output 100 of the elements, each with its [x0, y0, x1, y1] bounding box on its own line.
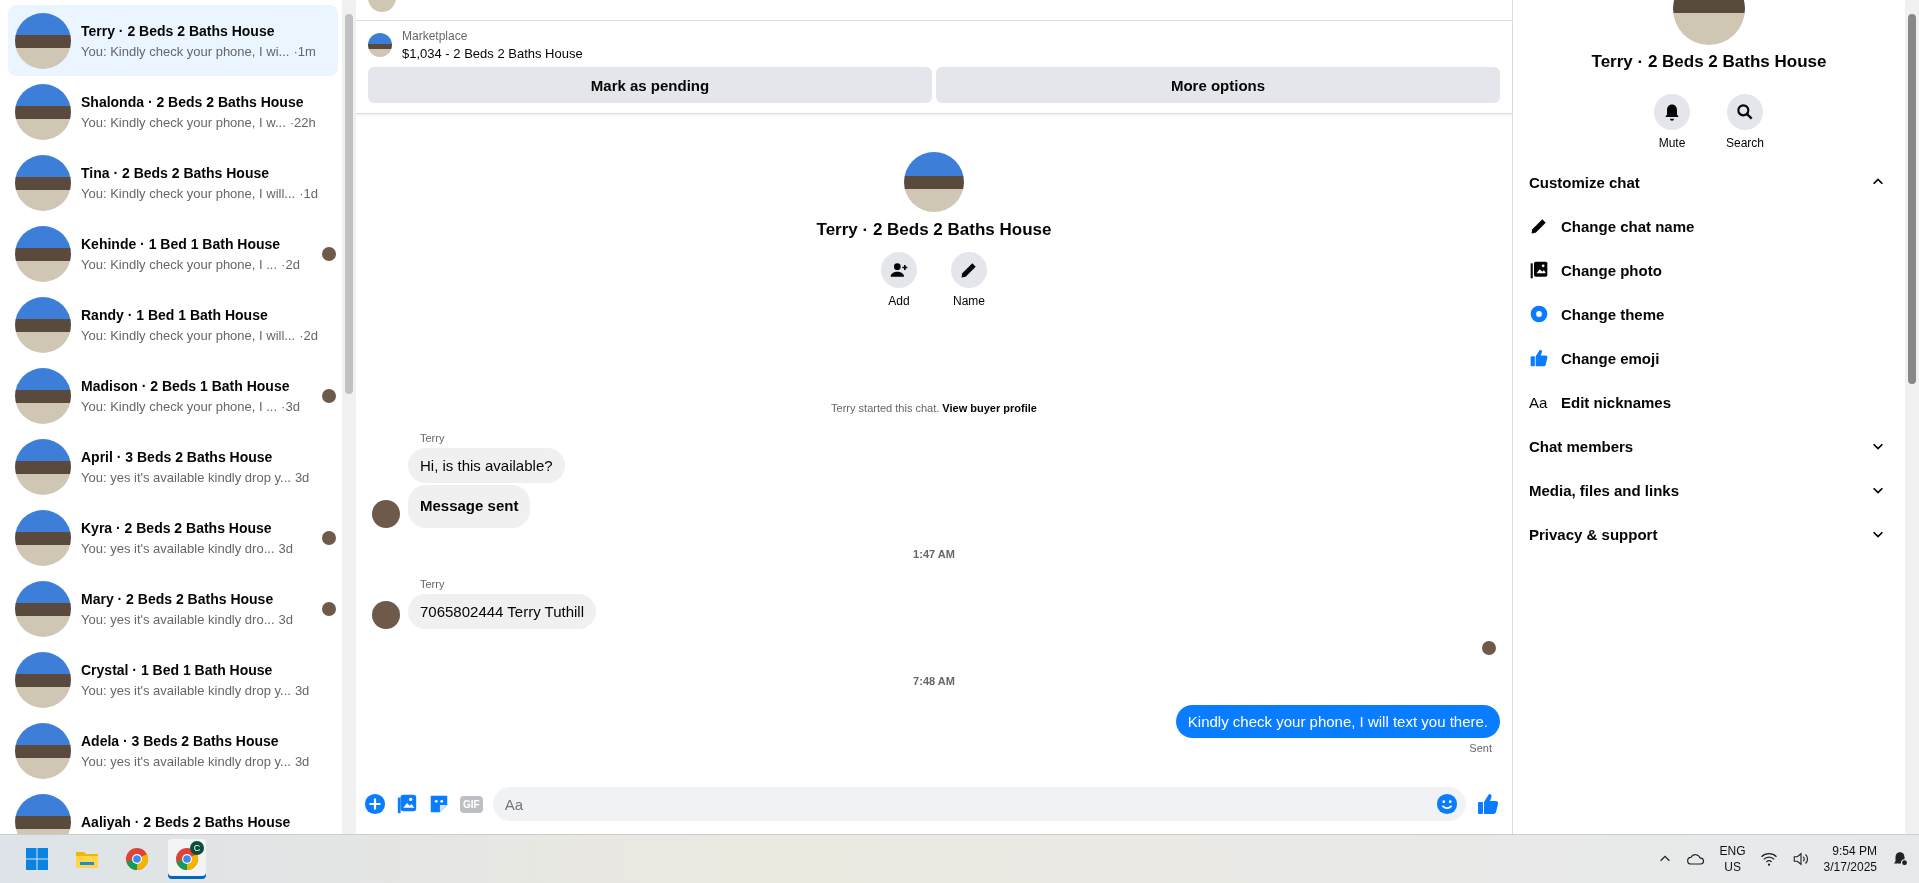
settings-item[interactable]: Change photo: [1521, 248, 1897, 292]
browser-icon: [125, 847, 149, 871]
conversation-item[interactable]: Tina · 2 Beds 2 Baths House You: Kindly check your phone, I will... ·1d: [8, 147, 338, 218]
thumbs-up-icon[interactable]: [1476, 792, 1500, 816]
conversation-name: Aaliyah · 2 Beds 2 Baths House: [81, 812, 292, 831]
conversation-item[interactable]: Kehinde · 1 Bed 1 Bath House You: Kindly check your phone, I ... ·2d: [8, 218, 338, 289]
conversation-name: Adela · 3 Beds 2 Baths House: [81, 732, 280, 750]
message-time: 3d: [294, 683, 310, 698]
add-person-button[interactable]: [881, 252, 917, 288]
message-preview: You: Kindly check your phone, I will...: [81, 186, 296, 201]
action-label: Add: [888, 294, 910, 308]
message-preview: You: yes it's available kindly drop y...: [81, 470, 291, 485]
conversation-name: Kyra · 2 Beds 2 Baths House: [81, 519, 273, 537]
conversation-item[interactable]: Mary · 2 Beds 2 Baths House You: yes it's available kindly dro... 3d: [8, 573, 338, 644]
action-label: Mute: [1658, 136, 1686, 150]
conversation-item[interactable]: Crystal · 1 Bed 1 Bath House You: yes it's available kindly drop y... 3d: [8, 644, 338, 715]
conversation-item[interactable]: Kyra · 2 Beds 2 Baths House You: yes it's available kindly dro... 3d: [8, 502, 338, 573]
message-preview: You: yes it's available kindly dro...: [81, 612, 275, 627]
conversation-name: Crystal · 1 Bed 1 Bath House: [81, 661, 274, 679]
message-preview: You: Kindly check your phone, I w...: [81, 115, 286, 130]
listing-photo: [368, 33, 392, 57]
section-header[interactable]: Media, files and links: [1521, 468, 1897, 512]
language-indicator[interactable]: ENG US: [1719, 844, 1746, 874]
add-person-icon: [889, 260, 909, 280]
pencil-icon: [1529, 216, 1549, 236]
conversation-name: Mary · 2 Beds 2 Baths House: [81, 590, 275, 608]
conversation-item[interactable]: Terry · 2 Beds 2 Baths House You: Kindly check your phone, I wi... ·1m: [8, 5, 338, 76]
volume-icon[interactable]: [1791, 850, 1810, 868]
message-time: 3d: [278, 612, 293, 627]
section-header[interactable]: Customize chat: [1521, 160, 1897, 204]
outgoing-message: Kindly check your phone, I will text you there.: [1175, 705, 1500, 738]
message-time: ·1m: [293, 44, 316, 59]
conversation-name: Madison · 2 Beds 1 Bath House: [81, 377, 291, 395]
sticker-icon[interactable]: [428, 793, 450, 815]
message-preview: You: yes it's available kindly drop y...: [81, 683, 291, 698]
thumbs-up-icon: [1529, 348, 1549, 368]
settings-item[interactable]: Change chat name: [1521, 204, 1897, 248]
message-time: 3d: [278, 541, 293, 556]
conversation-item[interactable]: Shalonda · 2 Beds 2 Baths House You: Kindly check your phone, I w... ·22h: [8, 76, 338, 147]
conversation-item[interactable]: April · 3 Beds 2 Baths House You: yes it's available kindly drop y... 3d: [8, 431, 338, 502]
conversation-name: Kehinde · 1 Bed 1 Bath House: [81, 235, 282, 253]
listing-label: Marketplace: [402, 29, 469, 43]
message-time: ·3d: [281, 399, 300, 414]
scrollbar[interactable]: [1905, 0, 1919, 834]
action-label: Name: [953, 294, 985, 308]
settings-item[interactable]: Aa Edit nicknames: [1521, 380, 1897, 424]
section-header[interactable]: Chat members: [1521, 424, 1897, 468]
message-input[interactable]: Aa: [492, 787, 1466, 821]
chat-title: Terry · 2 Beds 2 Baths House: [1591, 52, 1827, 72]
search-button[interactable]: [1727, 94, 1763, 130]
settings-item[interactable]: Change theme: [1521, 292, 1897, 336]
conversation-name: Tina · 2 Beds 2 Baths House: [81, 164, 270, 182]
conversation-name: April · 3 Beds 2 Baths House: [81, 448, 274, 466]
message-time: ·22h: [289, 115, 316, 130]
conversation-name: Randy · 1 Bed 1 Bath House: [81, 306, 269, 324]
theme-icon: [1529, 304, 1549, 324]
view-buyer-profile-link[interactable]: View buyer profile: [942, 402, 1037, 414]
wifi-icon[interactable]: [1759, 850, 1778, 868]
section-header[interactable]: Privacy & support: [1521, 512, 1897, 556]
conversation-name: Shalonda · 2 Beds 2 Baths House: [81, 93, 305, 111]
notification-icon[interactable]: [1891, 850, 1909, 868]
pencil-icon: [959, 260, 979, 280]
seen-avatar: [1482, 641, 1496, 655]
mute-button[interactable]: [1654, 94, 1690, 130]
conversation-item[interactable]: Adela · 3 Beds 2 Baths House You: yes it's available kindly drop y... 3d: [8, 715, 338, 786]
message-preview: You: Kindly check your phone, I ...: [81, 257, 278, 272]
listing-title: $1,034 - 2 Beds 2 Baths House: [402, 46, 583, 61]
conversation-item[interactable]: Madison · 2 Beds 1 Bath House You: Kindly check your phone, I ... ·3d: [8, 360, 338, 431]
text-icon: Aa: [1529, 393, 1549, 411]
delivery-status: Sent: [1469, 742, 1492, 754]
browser-icon: [175, 847, 199, 871]
timestamp: 1:47 AM: [913, 548, 955, 560]
message-preview: You: Kindly check your phone, I will...: [81, 328, 296, 343]
clock[interactable]: 9:54 PM 3/17/2025: [1823, 844, 1877, 874]
message-preview: You: yes it's available kindly drop y...: [81, 754, 291, 769]
message-preview: You: yes it's available kindly dro...: [81, 541, 275, 556]
emoji-icon[interactable]: [1436, 793, 1458, 815]
message-time: 3d: [294, 754, 310, 769]
incoming-message: 7065802444 Terry Tuthill: [408, 594, 596, 629]
listing-action-button[interactable]: Mark as pending: [368, 67, 932, 103]
scrollbar[interactable]: [342, 0, 356, 834]
search-icon: [1735, 102, 1755, 122]
incoming-message: Message sent: [408, 485, 531, 528]
taskbar-app[interactable]: C: [168, 839, 206, 879]
message-time: ·2d: [281, 257, 300, 272]
photo-icon: [1529, 260, 1549, 280]
image-icon[interactable]: [396, 793, 418, 815]
cloud-icon[interactable]: [1685, 852, 1706, 866]
conversation-item[interactable]: Randy · 1 Bed 1 Bath House You: Kindly check your phone, I will... ·2d: [8, 289, 338, 360]
avatar-photo: [904, 152, 964, 212]
message-preview: You: Kindly check your phone, I wi...: [81, 44, 290, 59]
sender-name: Terry: [420, 432, 445, 444]
add-icon[interactable]: [364, 793, 386, 815]
conversation-name: Terry · 2 Beds 2 Baths House: [81, 22, 276, 40]
avatar-photo: [15, 793, 71, 834]
listing-action-button[interactable]: More options: [936, 67, 1500, 103]
message-time: ·2d: [299, 328, 318, 343]
edit-name-button[interactable]: [951, 252, 987, 288]
chat-title: Terry · 2 Beds 2 Baths House: [816, 220, 1052, 240]
settings-item[interactable]: Change emoji: [1521, 336, 1897, 380]
